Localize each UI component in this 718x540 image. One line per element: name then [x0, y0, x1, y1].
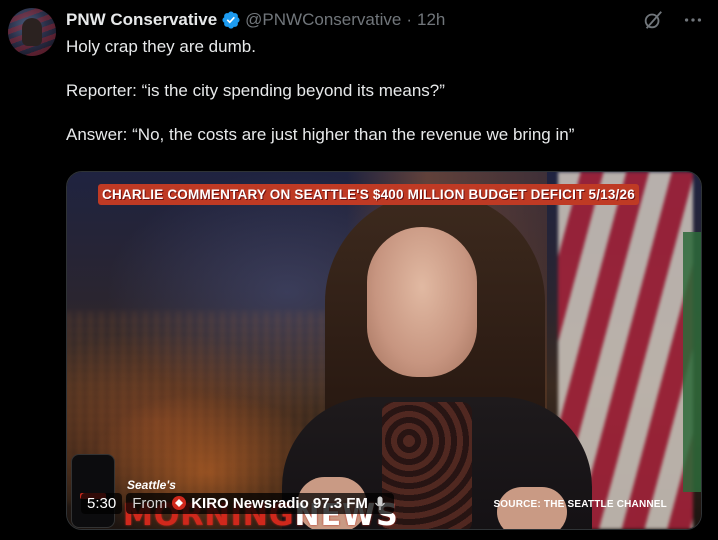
tweet-actions-top	[642, 9, 704, 31]
tweet-line-1: Holy crap they are dumb.	[66, 37, 256, 56]
from-label: From	[132, 494, 168, 512]
tweet-line-2: Reporter: “is the city spending beyond i…	[66, 81, 445, 100]
handle[interactable]: @PNWConservative	[245, 10, 401, 30]
tweet-header: PNW Conservative @PNWConservative · 12h	[66, 9, 445, 31]
video-attribution[interactable]: From KIRO Newsradio 97.3 FM	[126, 492, 394, 514]
separator-dot: ·	[406, 10, 412, 29]
video-banner: CHARLIE COMMENTARY ON SEATTLE'S $400 MIL…	[98, 184, 639, 205]
verified-badge-icon	[222, 11, 240, 29]
video-duration: 5:30	[81, 492, 123, 514]
kiro-logo-icon	[172, 496, 187, 510]
tweet-line-3: Answer: “No, the costs are just higher t…	[66, 125, 575, 144]
grok-icon[interactable]	[642, 9, 664, 31]
video-bottom-bar: 5:30 From KIRO Newsradio 97.3 FM	[81, 491, 394, 515]
timestamp[interactable]: 12h	[417, 10, 445, 30]
avatar-figure	[22, 18, 42, 46]
tweet-text: Holy crap they are dumb. Reporter: “is t…	[66, 36, 696, 146]
video-player[interactable]: CHARLIE COMMENTARY ON SEATTLE'S $400 MIL…	[66, 171, 702, 530]
more-icon[interactable]	[682, 9, 704, 31]
show-name-small: Seattle's	[127, 478, 176, 492]
station-name: KIRO Newsradio 97.3 FM	[191, 494, 368, 512]
microphone-icon	[374, 496, 385, 510]
avatar[interactable]	[8, 8, 56, 56]
display-name[interactable]: PNW Conservative	[66, 10, 217, 30]
source-label: SOURCE: THE SEATTLE CHANNEL	[493, 499, 667, 510]
green-flag	[683, 232, 701, 492]
speaker-face	[367, 227, 477, 377]
